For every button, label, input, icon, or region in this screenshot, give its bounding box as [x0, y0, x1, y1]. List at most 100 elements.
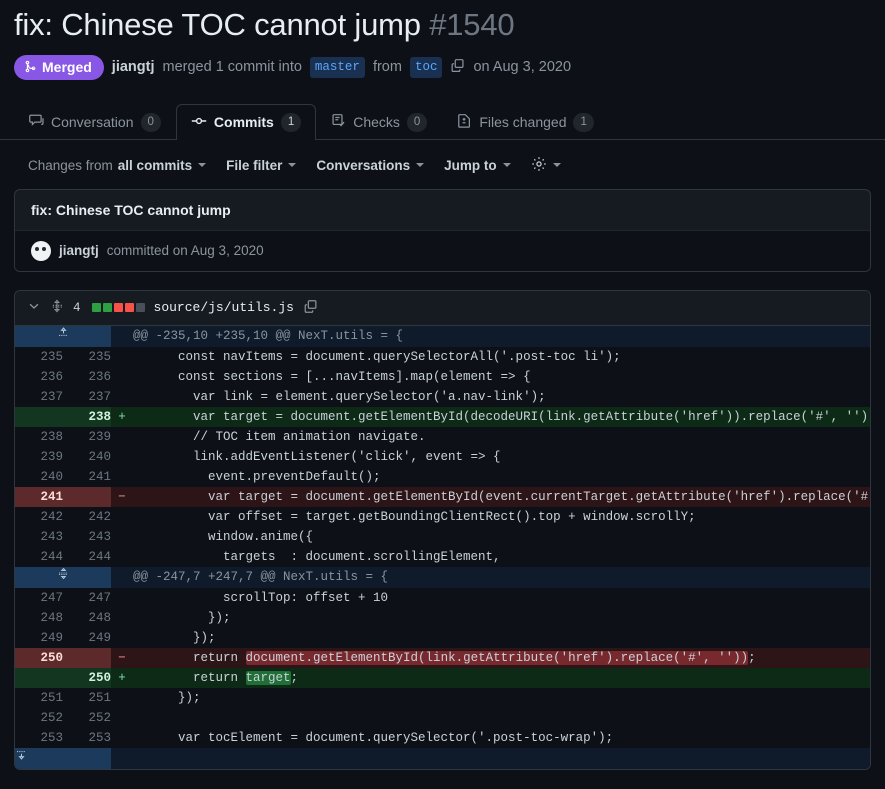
diff-line-number-old[interactable]: 253 [15, 728, 63, 748]
diff-line-number-old[interactable]: 239 [15, 447, 63, 467]
jump-to-dropdown[interactable]: Jump to [444, 158, 511, 173]
diff-line-number-old[interactable]: 235 [15, 347, 63, 367]
diff-line-code: window.anime({ [133, 527, 870, 547]
diff-line-number-old[interactable]: 237 [15, 387, 63, 407]
diff-line-code: var target = document.getElementById(eve… [133, 487, 870, 507]
diff-line-code: link.addEventListener('click', event => … [133, 447, 870, 467]
diff-line-number-old[interactable] [15, 407, 63, 427]
chevron-down-icon [553, 163, 561, 167]
diff-line-number-old[interactable]: 252 [15, 708, 63, 728]
diff-line-number-new[interactable]: 235 [63, 347, 111, 367]
diffstat-block [103, 303, 112, 312]
diff-line-number-old[interactable]: 238 [15, 427, 63, 447]
diff-line-number-new[interactable]: 251 [63, 688, 111, 708]
diff-line-code: var target = document.getElementById(dec… [133, 407, 870, 427]
base-branch-chip[interactable]: master [310, 57, 365, 78]
diff-line-ctx: 253253 var tocElement = document.querySe… [15, 728, 870, 748]
diff-line-number-old[interactable]: 240 [15, 467, 63, 487]
pr-meta: Merged jiangtj merged 1 commit into mast… [14, 55, 871, 80]
diff-line-number-new[interactable]: 244 [63, 547, 111, 567]
commit-author-row: jiangtj committed on Aug 3, 2020 [15, 231, 870, 271]
expand-both-icon[interactable] [15, 567, 111, 588]
diff-line-code: event.preventDefault(); [133, 467, 870, 487]
diff-line-ctx: 243243 window.anime({ [15, 527, 870, 547]
diff-line-number-old[interactable]: 242 [15, 507, 63, 527]
copy-branch-icon[interactable] [450, 58, 465, 77]
diffstat-blocks [92, 303, 145, 312]
diff-hunk-header: @@ -235,10 +235,10 @@ NexT.utils = { [15, 326, 870, 347]
diff-line-del: 250− return document.getElementById(link… [15, 648, 870, 668]
gear-icon [531, 156, 547, 175]
diff-line-add: 250+ return target; [15, 668, 870, 688]
diff-line-number-old[interactable]: 243 [15, 527, 63, 547]
diffstat-block [136, 303, 145, 312]
copy-icon[interactable] [303, 299, 318, 317]
diff-line-code: targets : document.scrollingElement, [133, 547, 870, 567]
diff-line-number-new[interactable]: 247 [63, 588, 111, 608]
diff-line-number-new[interactable]: 250 [63, 668, 111, 688]
unfold-icon[interactable] [50, 299, 64, 316]
tab-label: Conversation [51, 114, 134, 130]
tab-commits[interactable]: Commits 1 [176, 104, 316, 140]
diff-line-number-new[interactable]: 240 [63, 447, 111, 467]
chevron-down-icon[interactable] [27, 299, 41, 316]
diffstat-block [114, 303, 123, 312]
commit-message[interactable]: fix: Chinese TOC cannot jump [15, 190, 870, 231]
tab-counter: 0 [407, 113, 427, 132]
diff-line-number-new[interactable]: 249 [63, 628, 111, 648]
diff-line-number-old[interactable]: 251 [15, 688, 63, 708]
diff-body: @@ -235,10 +235,10 @@ NexT.utils = {2352… [15, 326, 870, 769]
chevron-down-icon [198, 163, 206, 167]
diff-line-ctx: 248248 }); [15, 608, 870, 628]
diff-line-number-old[interactable]: 236 [15, 367, 63, 387]
diff-line-number-new[interactable]: 242 [63, 507, 111, 527]
jump-to-label: Jump to [444, 158, 497, 173]
diff-line-ctx: 235235 const navItems = document.querySe… [15, 347, 870, 367]
diff-line-code [133, 708, 870, 728]
commit-author-name[interactable]: jiangtj [59, 243, 99, 258]
diff-sign [111, 567, 133, 588]
diff-line-number-new[interactable]: 239 [63, 427, 111, 447]
conversations-dropdown[interactable]: Conversations [316, 158, 424, 173]
diff-line-number-old[interactable]: 244 [15, 547, 63, 567]
tab-conversation[interactable]: Conversation 0 [14, 104, 176, 140]
diff-line-number-new[interactable]: 236 [63, 367, 111, 387]
diff-line-number-new[interactable] [63, 648, 111, 668]
diff-line-number-new[interactable]: 241 [63, 467, 111, 487]
diff-line-number-old[interactable]: 241 [15, 487, 63, 507]
diff-line-number-old[interactable]: 248 [15, 608, 63, 628]
tab-label: Checks [353, 114, 400, 130]
diff-sign [111, 547, 133, 567]
diff-line-number-new[interactable] [63, 487, 111, 507]
tab-counter: 1 [281, 113, 301, 132]
expand-up-icon[interactable] [15, 326, 111, 347]
diff-line-code: }); [133, 628, 870, 648]
changes-from-dropdown[interactable]: Changes from all commits [28, 158, 206, 173]
head-branch-chip[interactable]: toc [410, 57, 443, 78]
diff-line-number-old[interactable]: 250 [15, 648, 63, 668]
diff-hunk-text: @@ -247,7 +247,7 @@ NexT.utils = { [133, 567, 870, 588]
file-filter-dropdown[interactable]: File filter [226, 158, 296, 173]
diff-line-number-new[interactable]: 243 [63, 527, 111, 547]
pr-author[interactable]: jiangtj [112, 59, 155, 75]
diff-line-number-old[interactable]: 247 [15, 588, 63, 608]
diff-sign [111, 708, 133, 728]
diff-line-number-old[interactable] [15, 668, 63, 688]
diff-line-number-new[interactable]: 252 [63, 708, 111, 728]
commit-icon [191, 113, 207, 132]
diff-expand-bottom [15, 748, 870, 769]
changes-from-prefix: Changes from [28, 158, 113, 173]
file-path[interactable]: source/js/utils.js [154, 300, 294, 315]
tab-label: Commits [214, 114, 274, 130]
checklist-icon [331, 113, 346, 131]
tab-checks[interactable]: Checks 0 [316, 104, 442, 140]
diff-line-number-new[interactable]: 248 [63, 608, 111, 628]
tab-files-changed[interactable]: Files changed 1 [442, 104, 609, 140]
diff-line-number-old[interactable]: 249 [15, 628, 63, 648]
diff-line-number-new[interactable]: 253 [63, 728, 111, 748]
expand-down-icon[interactable] [15, 748, 111, 769]
diff-settings-dropdown[interactable] [531, 156, 561, 175]
diff-line-number-new[interactable]: 237 [63, 387, 111, 407]
diff-line-number-new[interactable]: 238 [63, 407, 111, 427]
diff-sign [111, 688, 133, 708]
